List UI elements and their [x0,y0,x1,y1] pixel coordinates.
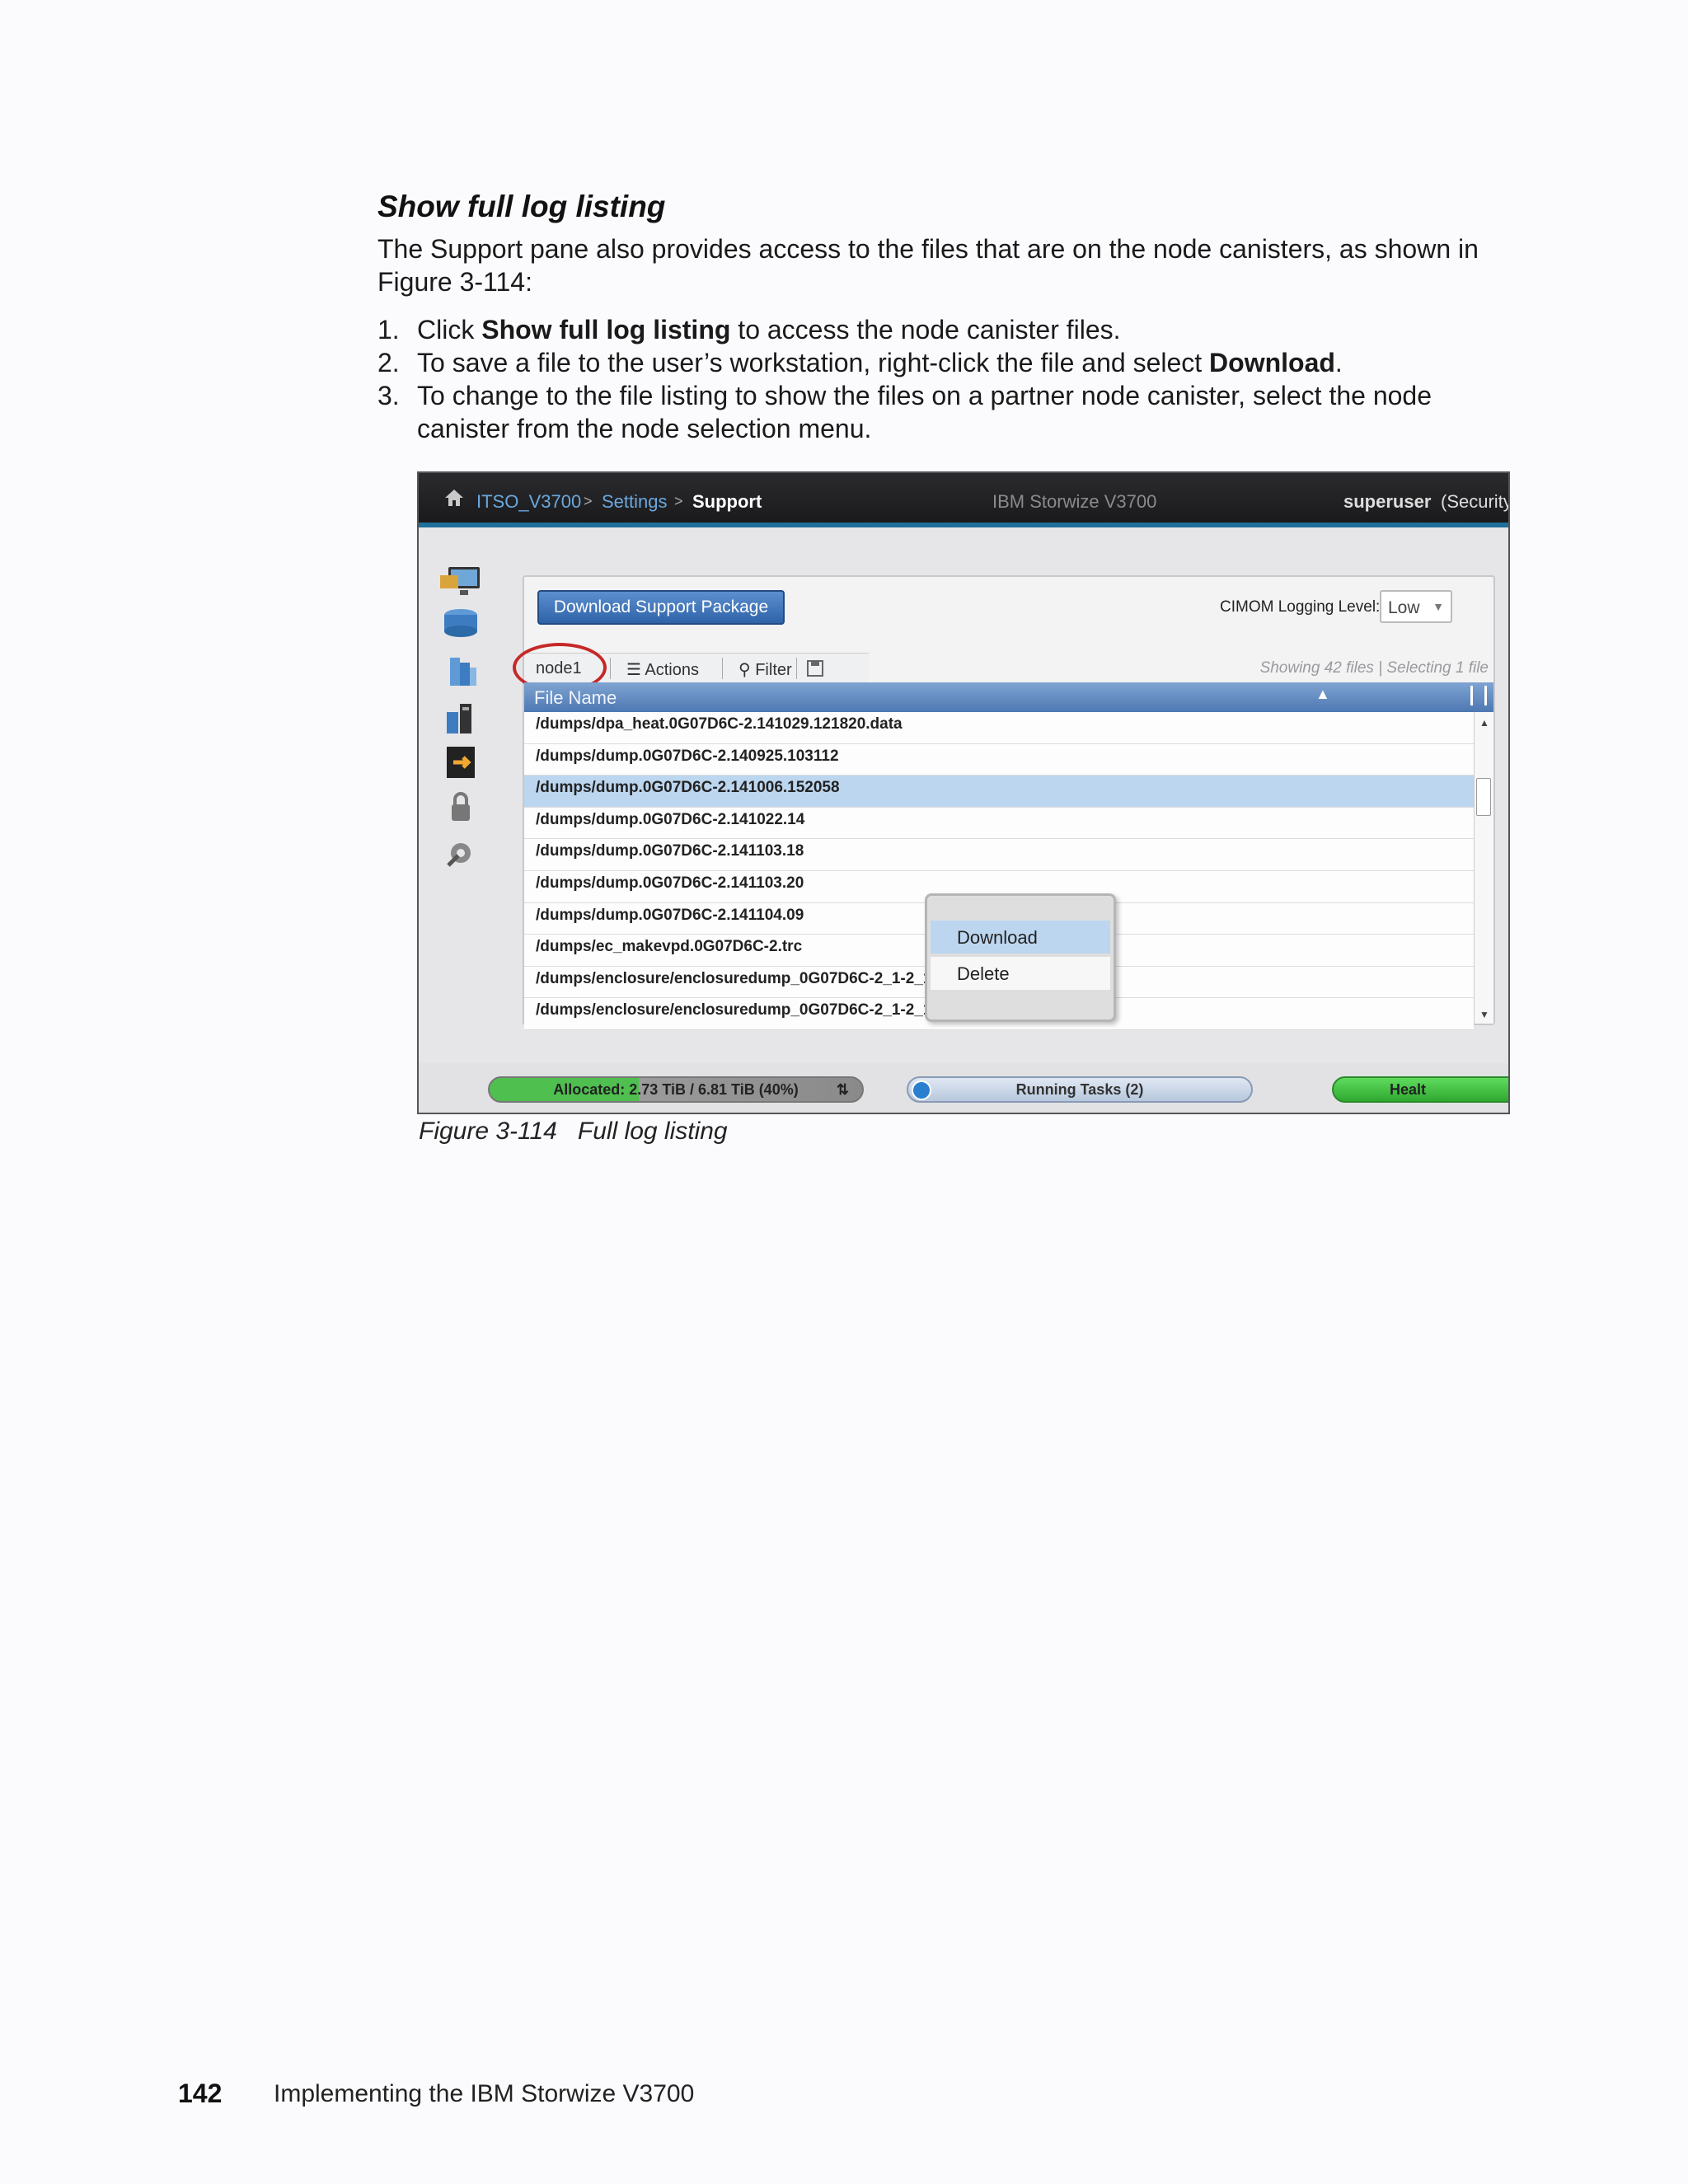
file-count-status: Showing 42 files | Selecting 1 file [1259,659,1489,677]
support-pane-screenshot: ITSO_V3700 > Settings > Support IBM Stor… [417,471,1510,1114]
allocated-capacity-bar[interactable]: Allocated: 2.73 TiB / 6.81 TiB (40%) ⇅ [488,1076,864,1103]
step-bold: Show full log listing [481,315,731,344]
step-text: Click [417,315,482,344]
running-tasks-bar[interactable]: Running Tasks (2) [907,1076,1253,1103]
cimom-logging-select[interactable]: Low ▼ [1380,590,1452,623]
scroll-thumb[interactable] [1476,778,1491,816]
toolbar-divider [722,658,723,679]
column-header-file-name[interactable]: File Name [534,687,617,708]
step-number: 3. [377,381,400,410]
actions-label: Actions [645,661,699,679]
step-number: 1. [377,315,400,344]
step-item: 1. Click Show full log listing to access … [377,313,1515,346]
swap-arrows-icon[interactable]: ⇅ [837,1078,849,1101]
breadcrumb-support: Support [692,491,762,512]
settings-icon[interactable] [437,836,485,870]
table-row[interactable]: /dumps/dump.0G07D6C-2.141006.152058 [524,776,1474,808]
step-text-end: to access the node canister files. [730,315,1121,344]
volumes-icon[interactable] [437,654,485,689]
breadcrumb-system[interactable]: ITSO_V3700 [476,491,581,513]
cimom-logging-label: CIMOM Logging Level: [1220,598,1381,616]
table-row[interactable]: /dumps/dump.0G07D6C-2.140925.103112 [524,743,1474,776]
user-role: (Security [1441,491,1510,512]
context-menu-download[interactable]: Download [931,921,1110,986]
running-tasks-label: Running Tasks (2) [1015,1081,1144,1098]
top-bar: ITSO_V3700 > Settings > Support IBM Stor… [419,473,1508,527]
home-icon[interactable] [443,488,465,508]
download-support-package-button[interactable]: Download Support Package [537,590,785,625]
breadcrumb-separator: > [674,493,683,509]
step-text-end: . [1334,348,1343,377]
sidebar [419,532,501,1043]
cimom-logging-value: Low [1388,598,1420,617]
context-menu: Download Delete [925,893,1116,1022]
toolbar-divider [796,658,797,679]
download-label: Download [957,927,1038,948]
column-picker-icon[interactable] [1470,686,1487,705]
page-number: 142 [178,2079,223,2108]
breadcrumb-separator: > [584,493,593,509]
context-menu-delete[interactable]: Delete [931,957,1110,990]
step-text: To save a file to the user’s workstation… [417,348,1210,377]
toolbar-divider [610,658,611,679]
step-bold: Download [1209,348,1335,377]
copy-services-icon[interactable] [437,745,485,780]
health-label: Healt [1389,1081,1426,1098]
figure-caption: Figure 3-114 Full log listing [419,1118,728,1145]
user-name[interactable]: superuser [1343,491,1431,513]
chevron-down-icon: ▼ [1432,600,1444,613]
scroll-down-icon[interactable]: ▼ [1479,1009,1489,1020]
product-name: IBM Storwize V3700 [992,491,1157,512]
step-item: 2. To save a file to the user’s workstati… [377,346,1515,379]
step-number: 2. [377,348,400,377]
steps-list: 1. Click Show full log listing to access … [377,313,1515,445]
sort-ascending-icon[interactable]: ▲ [1315,686,1330,703]
health-status-bar[interactable]: Healt [1332,1076,1508,1103]
step-text: To change to the file listing to show th… [417,381,1432,443]
delete-label: Delete [957,963,1010,984]
status-bar: Allocated: 2.73 TiB / 6.81 TiB (40%) ⇅ Ru… [419,1063,1508,1113]
hosts-icon[interactable] [437,701,485,735]
support-panel: Download Support Package CIMOM Logging L… [513,575,1495,1030]
list-icon: ☰ [626,661,645,679]
pools-icon[interactable] [437,607,485,641]
section-heading: Show full log listing [377,190,666,223]
save-icon[interactable] [806,659,824,677]
step-item: 3. To change to the file listing to show … [377,379,1515,445]
refresh-icon [912,1080,931,1100]
filter-button[interactable]: ⚲ Filter [738,659,792,680]
table-row[interactable]: /dumps/dump.0G07D6C-2.141103.18 [524,839,1474,871]
book-title: Implementing the IBM Storwize V3700 [274,2080,695,2107]
monitoring-icon[interactable] [437,564,485,598]
vertical-scrollbar[interactable]: ▲ ▼ [1474,712,1493,1024]
table-header[interactable]: File Name ▲ [524,682,1493,712]
scroll-up-icon[interactable]: ▲ [1479,717,1489,729]
access-lock-icon[interactable] [437,790,485,824]
actions-menu[interactable]: ☰ Actions [626,659,699,680]
magnifier-icon: ⚲ [738,661,756,679]
breadcrumb-settings[interactable]: Settings [602,491,668,513]
filter-label: Filter [755,661,792,679]
table-row[interactable]: /dumps/dpa_heat.0G07D6C-2.141029.121820.… [524,712,1474,744]
table-row[interactable]: /dumps/dump.0G07D6C-2.141022.14 [524,807,1474,840]
intro-paragraph: The Support pane also provides access to… [377,234,1479,297]
allocated-label: Allocated: 2.73 TiB / 6.81 TiB (40%) [553,1081,799,1098]
